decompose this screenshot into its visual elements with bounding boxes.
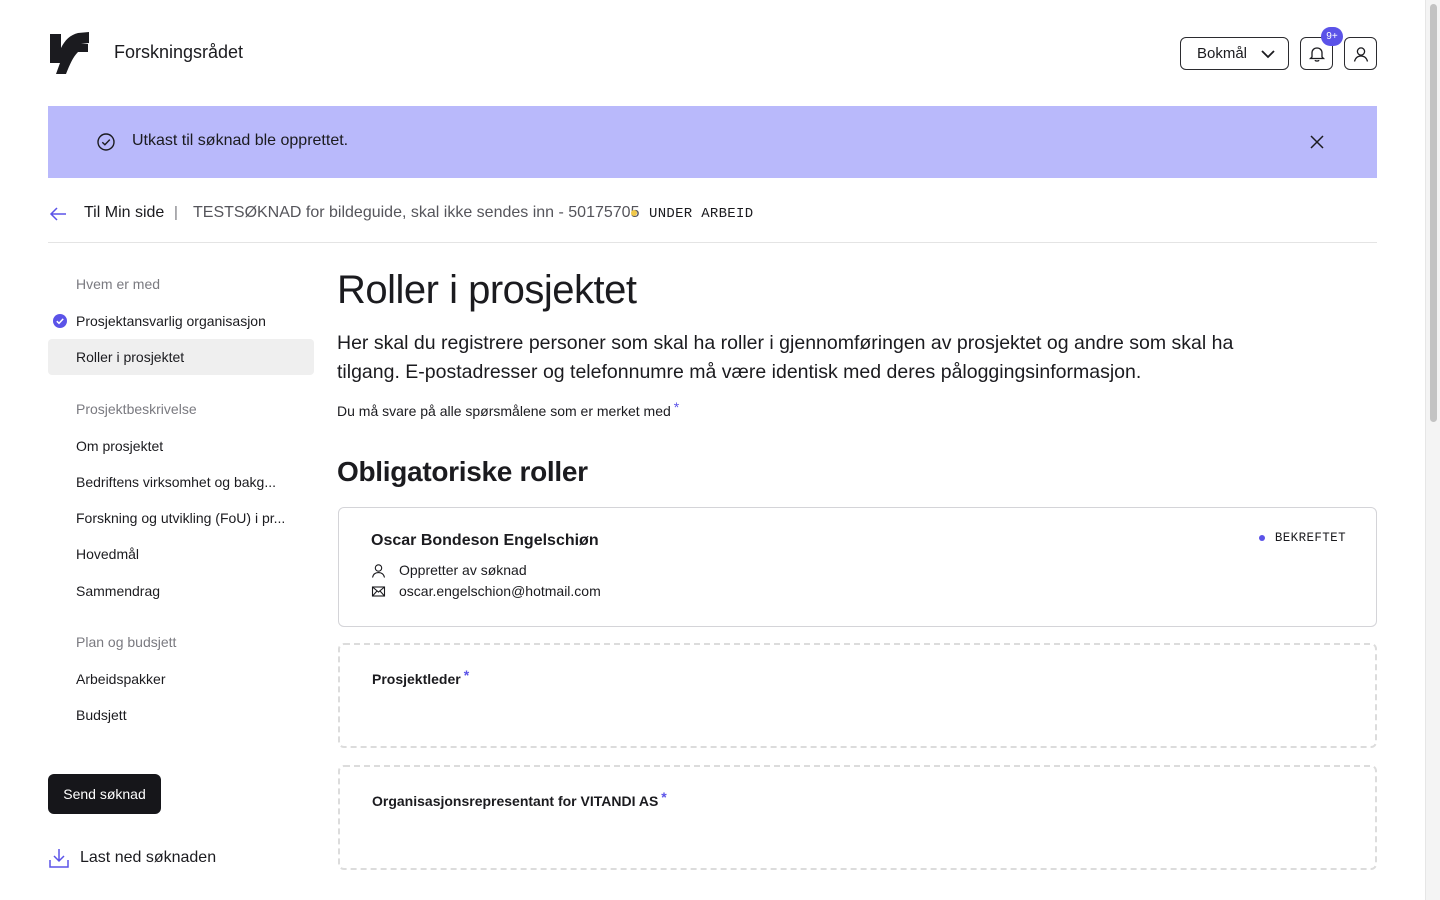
sidebar-item-label: Arbeidspakker: [76, 671, 166, 687]
person-email-row: oscar.engelschion@hotmail.com: [371, 583, 601, 599]
role-slot-label: Prosjektleder *: [372, 667, 469, 687]
required-asterisk: *: [673, 399, 680, 415]
status-dot: [631, 210, 637, 216]
language-select-value: Bokmål: [1197, 45, 1248, 62]
brand-name: Forskningsrådet: [114, 42, 244, 62]
user-icon: [1353, 46, 1368, 62]
sidebar-item-label: Om prosjektet: [76, 438, 164, 454]
sidebar-item-sammendrag[interactable]: Sammendrag: [48, 573, 314, 609]
role-slot-label: Organisasjonsrepresentant for VITANDI AS…: [372, 789, 667, 809]
sidebar-item-roller-i-prosjektet[interactable]: Roller i prosjektet: [48, 339, 314, 375]
send-application-button[interactable]: Send søknad: [48, 774, 161, 814]
scrollbar-thumb[interactable]: [1430, 4, 1437, 422]
completed-check-icon: [53, 314, 67, 328]
close-icon[interactable]: [1308, 133, 1326, 151]
nav-section-title: Prosjektbeskrivelse: [76, 401, 197, 417]
application-title: TESTSØKNAD for bildeguide, skal ikke sen…: [193, 204, 640, 221]
sidebar-item-bedriftens-virksomhet[interactable]: Bedriftens virksomhet og bakg...: [48, 464, 314, 500]
arrow-left-icon[interactable]: [48, 204, 68, 224]
success-alert: Utkast til søknad ble opprettet.: [48, 106, 1377, 178]
person-name: Oscar Bondeson Engelschiøn: [371, 532, 599, 549]
envelope-icon: [371, 585, 386, 597]
nav-section-title: Plan og budsjett: [76, 634, 177, 650]
required-note-text: Du må svare på alle spørsmålene som er m…: [337, 403, 671, 419]
confirmed-status-label: BEKREFTET: [1274, 531, 1346, 545]
download-icon: [49, 849, 69, 868]
sidebar-item-label: Prosjektansvarlig organisasjon: [76, 313, 266, 329]
required-fields-note: Du må svare på alle spørsmålene som er m…: [337, 399, 679, 419]
confirmed-status: BEKREFTET: [1258, 531, 1346, 545]
sidebar-item-label: Bedriftens virksomhet og bakg...: [76, 474, 276, 490]
page-lead-text: Her skal du registrere personer som skal…: [337, 332, 1234, 383]
user-menu-button[interactable]: [1344, 37, 1377, 70]
confirmed-person-card[interactable]: Oscar Bondeson Engelschiøn BEKREFTET Opp…: [338, 507, 1377, 627]
role-slot-organisasjonsrepresentant[interactable]: Organisasjonsrepresentant for VITANDI AS…: [338, 765, 1377, 870]
section-title-mandatory-roles: Obligatoriske roller: [337, 456, 588, 487]
person-role: Oppretter av søknad: [399, 562, 527, 578]
alert-message: Utkast til søknad ble opprettet.: [132, 132, 349, 149]
bell-icon: [1308, 46, 1325, 62]
confirmed-status-dot: [1258, 535, 1265, 541]
sidebar-item-forskning-og-utvikling[interactable]: Forskning og utvikling (FoU) i pr...: [48, 500, 314, 536]
sidebar-item-label: Roller i prosjektet: [76, 349, 185, 365]
application-status: UNDER ARBEID: [649, 206, 754, 222]
person-role-row: Oppretter av søknad: [371, 562, 527, 578]
role-slot-title: Prosjektleder: [372, 671, 461, 687]
language-select[interactable]: Bokmål: [1180, 37, 1289, 70]
user-icon: [371, 563, 386, 578]
sidebar-item-label: Hovedmål: [76, 546, 140, 562]
role-slot-title: Organisasjonsrepresentant for VITANDI AS: [372, 793, 659, 809]
chevron-down-icon: [1261, 50, 1275, 59]
breadcrumb: Til Min side | TESTSØKNAD for bildeguide…: [48, 200, 1377, 243]
sidebar-item-hovedmal[interactable]: Hovedmål: [48, 536, 314, 572]
nav-section-title: Hvem er med: [76, 276, 161, 292]
role-slot-prosjektleder[interactable]: Prosjektleder *: [338, 643, 1377, 748]
check-circle-icon: [97, 133, 115, 151]
sidebar-item-label: Budsjett: [76, 707, 127, 723]
notification-count-badge: 9+: [1321, 27, 1343, 46]
back-to-my-page-link[interactable]: Til Min side: [84, 204, 164, 222]
app-header: Forskningsrådet Bokmål 9+: [48, 27, 1377, 76]
sidebar-item-arbeidspakker[interactable]: Arbeidspakker: [48, 661, 314, 697]
page-scrollbar[interactable]: [1425, 0, 1440, 900]
sidebar-item-budsjett[interactable]: Budsjett: [48, 697, 314, 733]
sidebar-item-prosjektansvarlig-organisasjon[interactable]: Prosjektansvarlig organisasjon: [48, 303, 314, 339]
person-email: oscar.engelschion@hotmail.com: [399, 583, 601, 599]
page-title: Roller i prosjektet: [337, 268, 637, 312]
download-label: Last ned søknaden: [80, 849, 217, 866]
sidebar-item-label: Forskning og utvikling (FoU) i pr...: [76, 510, 286, 526]
sidebar-item-om-prosjektet[interactable]: Om prosjektet: [48, 428, 314, 464]
download-application-link[interactable]: Last ned søknaden: [48, 846, 216, 870]
forskningsradet-logo[interactable]: [48, 30, 90, 76]
required-asterisk: *: [661, 789, 667, 805]
required-asterisk: *: [463, 667, 470, 683]
breadcrumb-separator: |: [174, 204, 178, 221]
sidebar-item-label: Sammendrag: [76, 583, 161, 599]
